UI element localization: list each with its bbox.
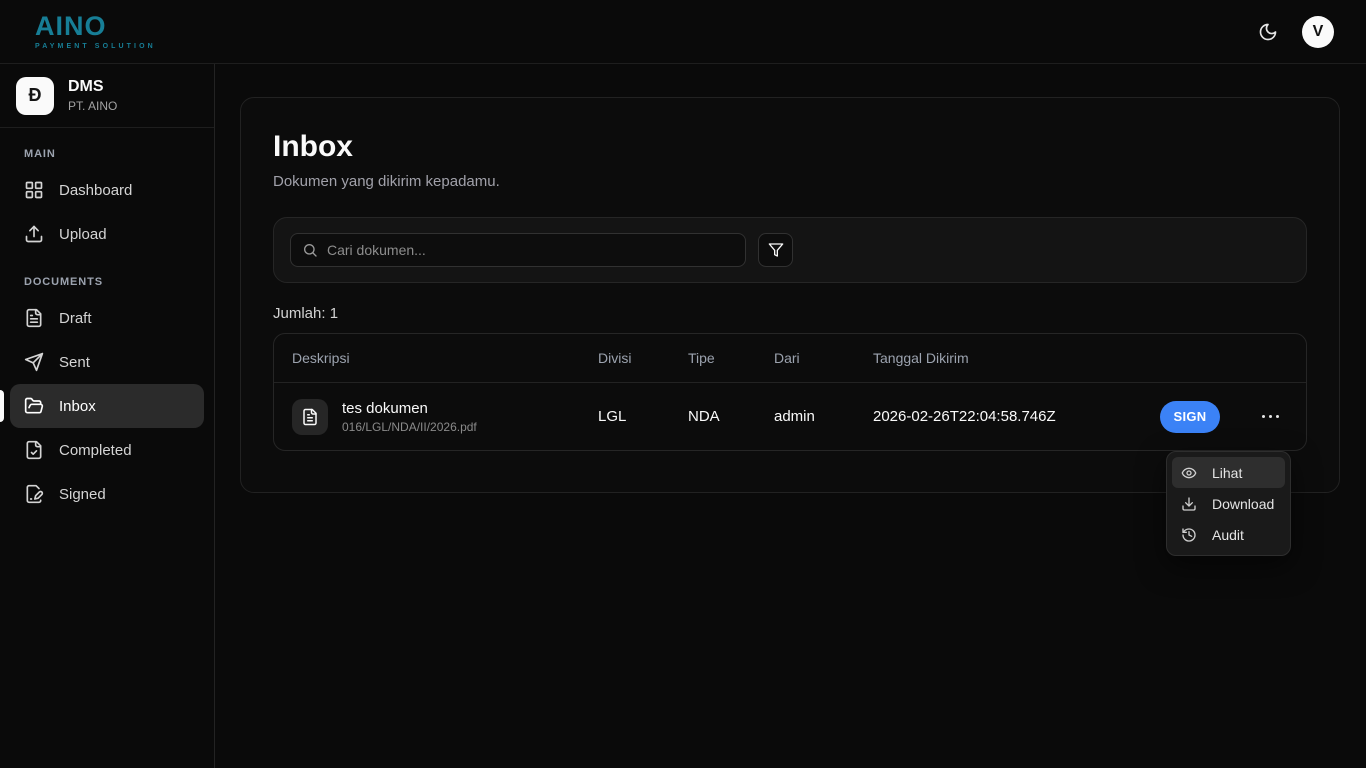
upload-icon xyxy=(24,224,44,244)
menu-item-label: Lihat xyxy=(1212,465,1242,481)
dark-mode-toggle[interactable] xyxy=(1258,22,1278,42)
document-thumb xyxy=(292,399,328,435)
brand-logo-subtext: PAYMENT SOLUTION xyxy=(35,43,156,50)
user-avatar[interactable]: V xyxy=(1302,16,1334,48)
app-name: DMS xyxy=(68,78,117,96)
row-menu-button[interactable] xyxy=(1260,409,1281,424)
app-org: PT. AINO xyxy=(68,99,117,113)
topbar: AINO PAYMENT SOLUTION V xyxy=(0,0,1366,64)
sidebar-item-label: Inbox xyxy=(59,398,96,415)
sidebar-item-label: Sent xyxy=(59,354,90,371)
download-icon xyxy=(1181,496,1197,512)
sidebar-item-draft[interactable]: Draft xyxy=(10,296,204,340)
sidebar-app-header[interactable]: Đ DMS PT. AINO xyxy=(0,64,214,128)
eye-icon xyxy=(1181,465,1197,481)
sidebar-item-dashboard[interactable]: Dashboard xyxy=(10,168,204,212)
sidebar-item-signed[interactable]: Signed xyxy=(10,472,204,516)
file-text-icon xyxy=(301,408,319,426)
column-header-tanggal: Tanggal Dikirim xyxy=(873,350,1160,366)
app-badge: Đ xyxy=(16,77,54,115)
search-icon xyxy=(302,242,318,258)
filter-button[interactable] xyxy=(758,233,793,267)
history-icon xyxy=(1181,527,1197,543)
search-box xyxy=(290,233,746,267)
sidebar: Đ DMS PT. AINO MAIN Dashboard Upload DOC… xyxy=(0,64,215,768)
search-panel xyxy=(273,217,1307,283)
moon-icon xyxy=(1258,22,1278,42)
sidebar-item-label: Upload xyxy=(59,226,107,243)
sidebar-section-documents: DOCUMENTS xyxy=(24,276,190,288)
cell-dari: admin xyxy=(774,408,873,425)
sidebar-item-upload[interactable]: Upload xyxy=(10,212,204,256)
sidebar-item-label: Draft xyxy=(59,310,92,327)
sidebar-item-completed[interactable]: Completed xyxy=(10,428,204,472)
documents-table: Deskripsi Divisi Tipe Dari Tanggal Dikir… xyxy=(273,333,1307,451)
cell-tipe: NDA xyxy=(688,408,774,425)
brand-logo-text: AINO xyxy=(35,13,156,40)
page-subtitle: Dokumen yang dikirim kepadamu. xyxy=(273,173,1307,190)
sidebar-section-main: MAIN xyxy=(24,148,190,160)
document-filename: 016/LGL/NDA/II/2026.pdf xyxy=(342,420,477,434)
file-signature-icon xyxy=(24,484,44,504)
table-row: tes dokumen 016/LGL/NDA/II/2026.pdf LGL … xyxy=(274,383,1306,450)
row-actions: SIGN xyxy=(1160,401,1288,433)
inbox-card: Inbox Dokumen yang dikirim kepadamu. Jum… xyxy=(240,97,1340,493)
ellipsis-icon xyxy=(1262,415,1279,418)
file-text-icon xyxy=(24,308,44,328)
column-header-tipe: Tipe xyxy=(688,350,774,366)
sidebar-item-sent[interactable]: Sent xyxy=(10,340,204,384)
main-content: Inbox Dokumen yang dikirim kepadamu. Jum… xyxy=(215,64,1366,768)
menu-item-download[interactable]: Download xyxy=(1172,488,1285,519)
sidebar-item-inbox[interactable]: Inbox xyxy=(10,384,204,428)
table-header-row: Deskripsi Divisi Tipe Dari Tanggal Dikir… xyxy=(274,334,1306,383)
dashboard-icon xyxy=(24,180,44,200)
menu-item-lihat[interactable]: Lihat xyxy=(1172,457,1285,488)
sign-button[interactable]: SIGN xyxy=(1160,401,1220,433)
cell-tanggal: 2026-02-26T22:04:58.746Z xyxy=(873,408,1160,425)
search-input[interactable] xyxy=(327,242,734,258)
filter-icon xyxy=(768,242,784,258)
result-count: Jumlah: 1 xyxy=(273,305,1307,322)
document-cell: tes dokumen 016/LGL/NDA/II/2026.pdf xyxy=(292,399,598,435)
sidebar-item-label: Dashboard xyxy=(59,182,132,199)
cell-divisi: LGL xyxy=(598,408,688,425)
sidebar-item-label: Completed xyxy=(59,442,132,459)
menu-item-label: Download xyxy=(1212,496,1274,512)
sidebar-item-label: Signed xyxy=(59,486,106,503)
file-check-icon xyxy=(24,440,44,460)
column-header-dari: Dari xyxy=(774,350,873,366)
send-icon xyxy=(24,352,44,372)
column-header-deskripsi: Deskripsi xyxy=(292,350,598,366)
menu-item-audit[interactable]: Audit xyxy=(1172,519,1285,550)
column-header-divisi: Divisi xyxy=(598,350,688,366)
folder-open-icon xyxy=(24,396,44,416)
topbar-right: V xyxy=(1258,16,1334,48)
menu-item-label: Audit xyxy=(1212,527,1244,543)
brand-logo: AINO PAYMENT SOLUTION xyxy=(35,13,156,50)
active-indicator-bar xyxy=(0,390,4,422)
document-title: tes dokumen xyxy=(342,400,477,417)
row-context-menu: Lihat Download Audit xyxy=(1166,451,1291,556)
page-title: Inbox xyxy=(273,130,1307,164)
